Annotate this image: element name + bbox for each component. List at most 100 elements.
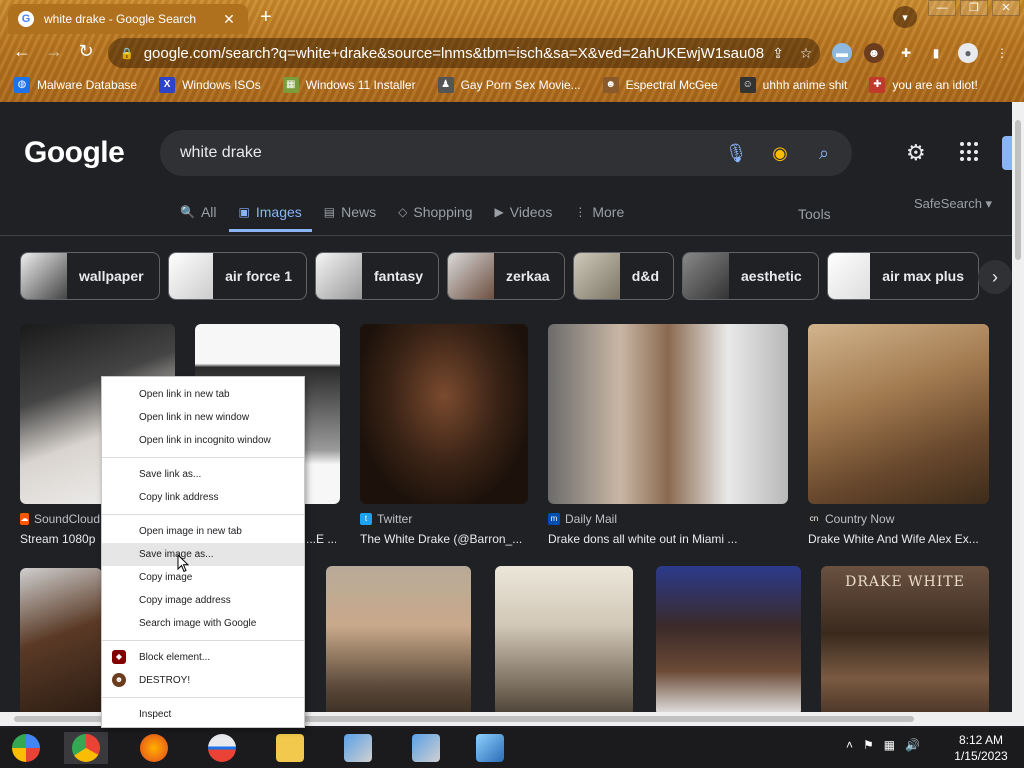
- menu-open-link-new-window[interactable]: Open link in new window: [102, 406, 304, 429]
- gear-icon[interactable]: ⚙: [906, 140, 926, 166]
- microphone-icon[interactable]: 🎙: [714, 143, 758, 164]
- safesearch-button[interactable]: SafeSearch ▾: [914, 196, 992, 212]
- bookmark-windows-isos[interactable]: X Windows ISOs: [159, 77, 261, 93]
- volume-icon[interactable]: 🔊: [905, 738, 920, 752]
- bookmark-windows-11-installer[interactable]: ▦ Windows 11 Installer: [282, 77, 416, 93]
- taskbar-firefox[interactable]: [132, 732, 176, 764]
- menu-open-image-new-tab[interactable]: Open image in new tab: [102, 520, 304, 543]
- result-source: SoundCloud: [33, 512, 100, 526]
- chip-thumbnail: [574, 253, 620, 299]
- bookmark-you-are-an-idiot[interactable]: ✚ you are an idiot!: [869, 77, 978, 93]
- tab-label: Videos: [509, 204, 553, 220]
- taskbar-app-4[interactable]: [200, 732, 244, 764]
- bookmark-anime[interactable]: ☺ uhhh anime shit: [739, 77, 847, 93]
- bookmark-star-icon[interactable]: ☆: [792, 45, 820, 62]
- menu-search-image-google[interactable]: Search image with Google: [102, 612, 304, 635]
- vertical-scrollbar[interactable]: [1012, 102, 1024, 712]
- tab-videos[interactable]: ▶ Videos: [495, 204, 553, 232]
- search-box[interactable]: white drake 🎙 ◉ ⌕: [160, 130, 852, 176]
- tab-all[interactable]: 🔍 All: [180, 204, 217, 232]
- tab-shopping[interactable]: ◇ Shopping: [398, 204, 472, 232]
- forward-arrow-icon[interactable]: →: [42, 41, 66, 62]
- extension-flag-icon[interactable]: ▬: [832, 43, 852, 63]
- result-caption-2[interactable]: ...E ...: [306, 532, 336, 546]
- restore-button[interactable]: ❐: [960, 0, 988, 16]
- browser-tab[interactable]: G white drake - Google Search ✕: [8, 4, 248, 34]
- search-icon[interactable]: ⌕: [802, 143, 846, 164]
- start-button[interactable]: [4, 732, 48, 764]
- sign-in-button[interactable]: [1002, 136, 1012, 170]
- menu-destroy[interactable]: ☻ DESTROY!: [102, 669, 304, 692]
- menu-block-element[interactable]: ◆ Block element...: [102, 646, 304, 669]
- result-image-8[interactable]: [495, 566, 633, 712]
- menu-separator: [102, 457, 304, 458]
- extensions-puzzle-icon[interactable]: ✚: [896, 43, 916, 63]
- lock-icon[interactable]: 🔒: [120, 47, 134, 60]
- menu-save-link-as[interactable]: Save link as...: [102, 463, 304, 486]
- browser-menu-icon[interactable]: ⋮: [992, 43, 1012, 63]
- result-image-3[interactable]: [360, 324, 528, 504]
- taskbar-app-7[interactable]: [404, 732, 448, 764]
- menu-inspect[interactable]: Inspect: [102, 703, 304, 726]
- menu-copy-link-address[interactable]: Copy link address: [102, 486, 304, 509]
- bookmark-espectral-mcgee[interactable]: ☻ Espectral McGee: [602, 77, 718, 93]
- chevron-up-icon[interactable]: ˄: [846, 738, 853, 752]
- chip-thumbnail: [316, 253, 362, 299]
- chip-aesthetic[interactable]: aesthetic: [682, 252, 819, 300]
- taskbar-chrome[interactable]: [64, 732, 108, 764]
- close-window-button[interactable]: ✕: [992, 0, 1020, 16]
- chrome-icon: [72, 734, 100, 762]
- menu-open-link-incognito[interactable]: Open link in incognito window: [102, 429, 304, 452]
- network-icon[interactable]: ▦: [884, 738, 895, 752]
- result-caption-3[interactable]: t Twitter The White Drake (@Barron_...: [360, 512, 530, 546]
- chip-zerkaa[interactable]: zerkaa: [447, 252, 565, 300]
- side-panel-icon[interactable]: ▮: [926, 43, 946, 63]
- taskbar-file-explorer[interactable]: [268, 732, 312, 764]
- taskbar-app-6[interactable]: [336, 732, 380, 764]
- result-image-9[interactable]: [656, 566, 801, 712]
- back-arrow-icon[interactable]: ←: [10, 41, 34, 62]
- menu-save-image-as[interactable]: Save image as...: [102, 543, 304, 566]
- google-logo[interactable]: Google: [24, 136, 125, 170]
- extension-avatar-icon[interactable]: ☻: [864, 43, 884, 63]
- menu-open-link-new-tab[interactable]: Open link in new tab: [102, 383, 304, 406]
- action-center-flag-icon[interactable]: ⚑: [863, 738, 874, 752]
- address-url[interactable]: google.com/search?q=white+drake&source=l…: [144, 45, 764, 62]
- camera-lens-icon[interactable]: ◉: [758, 143, 802, 164]
- result-caption-1[interactable]: ☁ SoundCloud Stream 1080p: [20, 512, 100, 546]
- chip-fantasy[interactable]: fantasy: [315, 252, 439, 300]
- chip-d-and-d[interactable]: d&d: [573, 252, 674, 300]
- new-tab-button[interactable]: +: [260, 6, 272, 29]
- share-icon[interactable]: ⇪: [764, 45, 792, 62]
- profile-icon[interactable]: ●: [958, 43, 978, 63]
- search-tabs: 🔍 All ▣ Images ▤ News ◇ Shopping ▶ Videos ⋮ Mo…: [180, 204, 646, 232]
- bookmark-malware-database[interactable]: ◍ Malware Database: [14, 77, 137, 93]
- result-caption-5[interactable]: cn Country Now Drake White And Wife Alex …: [808, 512, 993, 546]
- tab-images[interactable]: ▣ Images: [228, 204, 313, 232]
- tab-search-chevron-icon[interactable]: ▾: [893, 6, 917, 28]
- menu-copy-image[interactable]: Copy image: [102, 566, 304, 589]
- taskbar-clock[interactable]: 8:12 AM 1/15/2023: [948, 732, 1014, 764]
- result-image-4[interactable]: [548, 324, 788, 504]
- result-caption-4[interactable]: m Daily Mail Drake dons all white out in …: [548, 512, 788, 546]
- menu-copy-image-address[interactable]: Copy image address: [102, 589, 304, 612]
- chevron-right-icon[interactable]: ›: [978, 260, 1012, 294]
- tab-more[interactable]: ⋮ More: [574, 204, 624, 232]
- reload-icon[interactable]: ↻: [74, 41, 98, 62]
- tab-close-icon[interactable]: ✕: [220, 11, 238, 28]
- tools-button[interactable]: Tools: [798, 206, 831, 222]
- result-image-7[interactable]: [326, 566, 471, 712]
- apps-grid-icon[interactable]: [960, 142, 980, 162]
- tab-news[interactable]: ▤ News: [324, 204, 376, 232]
- chip-air-force-1[interactable]: air force 1: [168, 252, 307, 300]
- chip-wallpaper[interactable]: wallpaper: [20, 252, 160, 300]
- result-image-5[interactable]: [808, 324, 989, 504]
- taskbar-app-8[interactable]: [468, 732, 512, 764]
- address-bar[interactable]: 🔒 google.com/search?q=white+drake&source…: [108, 38, 820, 68]
- chip-air-max-plus[interactable]: air max plus: [827, 252, 979, 300]
- result-image-10[interactable]: DRAKE WHITE: [821, 566, 989, 712]
- bookmark-4[interactable]: ♟ Gay Porn Sex Movie...: [437, 77, 581, 93]
- search-input[interactable]: white drake: [180, 144, 714, 162]
- minimize-button[interactable]: —: [928, 0, 956, 16]
- result-image-6[interactable]: [20, 568, 102, 712]
